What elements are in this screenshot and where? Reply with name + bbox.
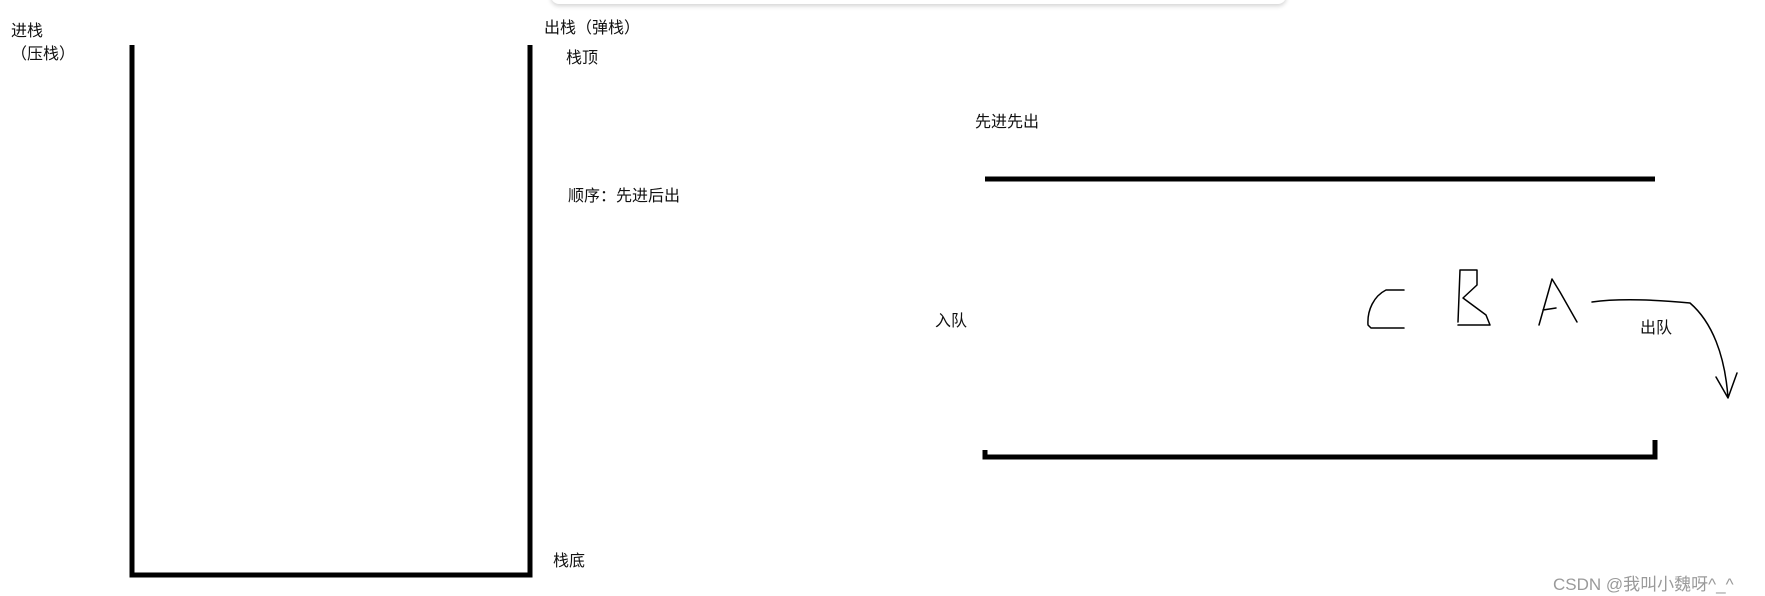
stack-container xyxy=(129,45,533,578)
queue-element-b xyxy=(1457,269,1491,326)
dequeue-label: 出队 xyxy=(1640,318,1673,337)
stack-order-label: 顺序：先进后出 xyxy=(568,186,681,205)
stack-top-label: 栈顶 xyxy=(566,48,599,67)
diagram-canvas xyxy=(129,45,1738,578)
queue-order-label: 先进先出 xyxy=(975,112,1040,131)
watermark: CSDN @我叫小魏呀^_^ xyxy=(1553,575,1734,594)
dequeue-arrow xyxy=(1591,299,1738,399)
push-label: 进栈 xyxy=(11,21,44,40)
enqueue-label: 入队 xyxy=(935,311,968,330)
pop-label: 出栈（弹栈） xyxy=(544,18,641,37)
stack-walls xyxy=(129,45,533,578)
queue-element-a xyxy=(1538,278,1578,326)
stack-bottom-label: 栈底 xyxy=(553,551,586,570)
queue-bottom-line xyxy=(982,440,1658,460)
queue-container xyxy=(982,176,1658,460)
push-label-alt: （压栈） xyxy=(11,44,76,63)
queue-element-c xyxy=(1367,289,1405,329)
